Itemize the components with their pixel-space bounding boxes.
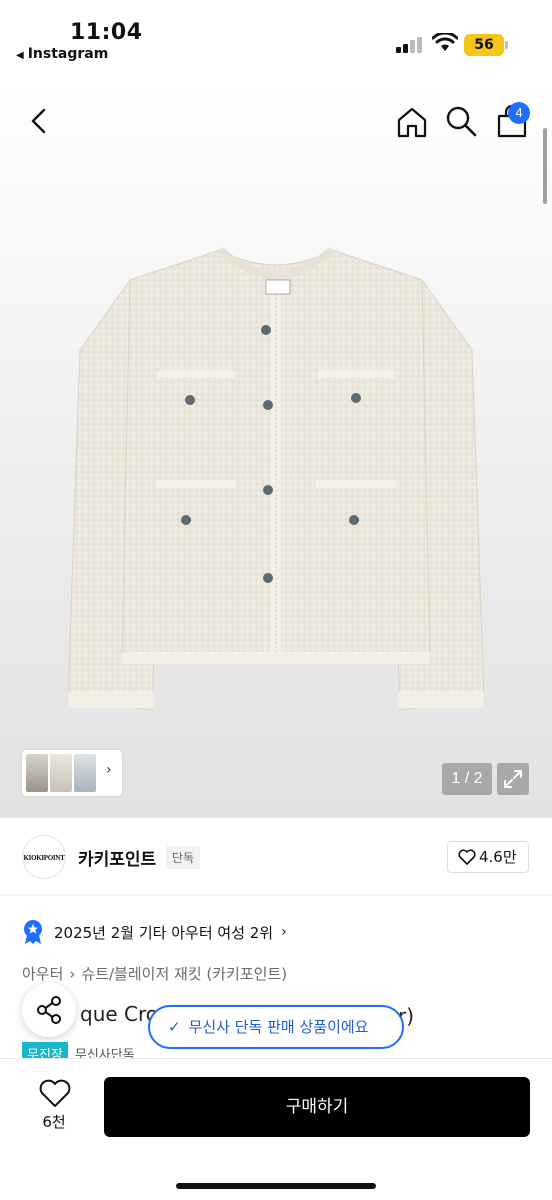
home-indicator	[176, 1183, 376, 1189]
share-icon	[37, 996, 61, 1024]
breadcrumb: 아우터 › 슈트/블레이저 재킷 (카키포인트)	[22, 963, 293, 984]
toast-text: 무신사 단독 판매 상품이에요	[188, 1018, 369, 1036]
thumbnail-image[interactable]	[26, 754, 48, 792]
product-title-start: que Cro	[80, 1002, 159, 1026]
chevron-right-icon: ›	[69, 965, 76, 983]
product-like-count: 6천	[42, 1113, 66, 1131]
cellular-signal-icon	[396, 37, 422, 53]
thumbnail-image[interactable]	[74, 754, 96, 792]
chevron-right-icon: ›	[281, 924, 287, 940]
back-chevron-icon[interactable]	[22, 104, 56, 138]
status-time: 11:04	[70, 20, 143, 45]
back-triangle-icon: ◀	[16, 50, 24, 61]
ranking-medal-icon	[24, 920, 42, 944]
thumbnail-image[interactable]	[50, 754, 72, 792]
product-image-gallery[interactable]: 4 › 1 / 2	[0, 80, 552, 818]
exclusive-badge: 단독	[166, 846, 201, 869]
breadcrumb-item[interactable]: 아우터	[22, 965, 63, 983]
buy-button[interactable]: 구매하기	[104, 1077, 530, 1137]
image-pager: 1 / 2	[442, 763, 492, 795]
exclusive-toast: ✓ 무신사 단독 판매 상품이에요	[148, 1005, 404, 1049]
cart-count-badge: 4	[508, 102, 530, 124]
status-bar: 11:04 ◀ Instagram 56	[0, 0, 552, 80]
heart-icon	[458, 849, 476, 865]
breadcrumb-item[interactable]: 슈트/블레이저 재킷 (카키포인트)	[81, 965, 287, 983]
bottom-purchase-bar: 6천 구매하기	[0, 1058, 552, 1200]
battery-indicator: 56	[464, 34, 504, 56]
scrollbar[interactable]	[543, 128, 547, 204]
share-button[interactable]	[22, 983, 76, 1037]
check-icon: ✓	[168, 1018, 181, 1036]
brand-name[interactable]: 카키포인트	[78, 845, 156, 870]
brand-row: KIOKIPOINT 카키포인트 단독 4.6만	[0, 818, 552, 896]
home-icon[interactable]	[394, 104, 430, 140]
back-app-label: Instagram	[27, 46, 109, 62]
ranking-text: 2025년 2월 기타 아우터 여성 2위	[54, 923, 274, 942]
brand-like-count: 4.6만	[479, 848, 517, 866]
chevron-right-icon: ›	[106, 762, 112, 778]
tweed-jacket-image	[67, 247, 485, 711]
brand-logo[interactable]: KIOKIPOINT	[22, 835, 66, 879]
brand-like-button[interactable]: 4.6만	[447, 841, 529, 873]
thumbnail-strip[interactable]: ›	[22, 750, 122, 796]
heart-icon[interactable]	[38, 1079, 72, 1109]
wifi-icon	[432, 33, 458, 51]
battery-tip	[505, 41, 508, 49]
expand-icon[interactable]	[497, 763, 529, 795]
back-to-app-link[interactable]: ◀ Instagram	[16, 46, 108, 62]
ranking-link[interactable]: 2025년 2월 기타 아우터 여성 2위 ›	[22, 918, 287, 946]
search-icon[interactable]	[444, 104, 478, 138]
